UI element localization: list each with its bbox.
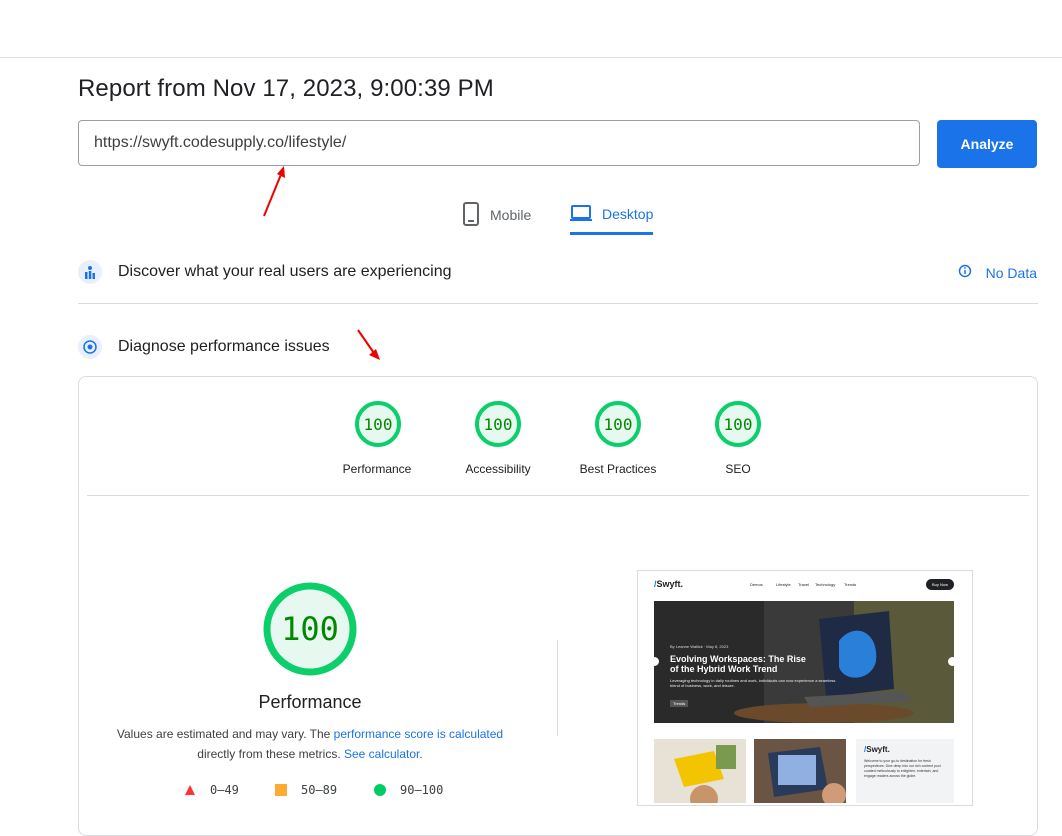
diagnose-icon	[78, 335, 102, 359]
tab-desktop[interactable]: Desktop	[570, 196, 654, 235]
preview-side-text: Welcome to your go-to destination for fr…	[864, 759, 941, 778]
vertical-divider	[557, 640, 558, 736]
tab-mobile[interactable]: Mobile	[462, 196, 531, 234]
preview-thumb-laptop	[654, 739, 746, 803]
diagnose-section: Diagnose performance issues	[78, 335, 330, 359]
section-divider	[78, 303, 1038, 304]
desc-text-1: Values are estimated and may vary. The	[116, 727, 334, 741]
preview-nav-item: Demos	[750, 582, 763, 587]
square-icon	[275, 784, 287, 796]
preview-hero: By Leanne Wallick · May 8, 2023 Evolving…	[654, 601, 954, 723]
gauge-seo-value: 100	[723, 414, 753, 434]
no-data-label: No Data	[985, 264, 1037, 281]
gauge-best-practices-value: 100	[603, 414, 633, 434]
top-bar	[0, 0, 1062, 58]
legend-average: 50–89	[275, 783, 337, 797]
preview-cta: Buy Now	[926, 579, 954, 590]
performance-description: Values are estimated and may vary. The p…	[100, 724, 520, 764]
gauge-performance-label: Performance	[342, 462, 412, 476]
preview-nav-item: Lifestyle	[776, 582, 791, 587]
preview-thumb-tablet	[754, 739, 846, 803]
performance-big-gauge: 100	[262, 581, 358, 677]
preview-byline: By Leanne Wallick · May 8, 2023	[670, 644, 729, 649]
legend-average-label: 50–89	[301, 783, 338, 797]
real-users-label: Discover what your real users are experi…	[118, 263, 452, 280]
preview-excerpt: Leveraging technology in daily routines …	[670, 678, 836, 688]
card-divider	[87, 495, 1029, 496]
see-calculator-link[interactable]: See calculator.	[344, 747, 423, 761]
legend-fail-label: 0–49	[210, 783, 239, 797]
gauge-accessibility-label: Accessibility	[465, 462, 531, 476]
gauge-best-practices-label: Best Practices	[579, 462, 657, 476]
analyze-button[interactable]: Analyze	[937, 120, 1037, 168]
preview-nav-item: Travel	[798, 582, 809, 587]
tab-mobile-label: Mobile	[490, 207, 532, 223]
phone-icon	[462, 201, 480, 229]
preview-nav: /Swyft. Demos Lifestyle Travel Technolog…	[638, 571, 972, 599]
tab-desktop-label: Desktop	[602, 206, 654, 222]
preview-side-logo: /Swyft.	[864, 745, 890, 754]
device-tabs: Mobile Desktop	[0, 196, 1062, 236]
annotation-arrow	[357, 329, 380, 360]
no-data-status[interactable]: No Data	[958, 264, 1037, 281]
preview-tag: Trends	[670, 700, 689, 707]
preview-logo: /Swyft.	[654, 579, 684, 589]
performance-big-value: 100	[281, 610, 339, 648]
page-screenshot: /Swyft. Demos Lifestyle Travel Technolog…	[637, 570, 973, 806]
desc-text-2: directly from these metrics.	[197, 747, 344, 761]
url-input-value: https://swyft.codesupply.co/lifestyle/	[94, 134, 347, 151]
preview-nav-item: Trends	[844, 582, 857, 587]
preview-headline: Evolving Workspaces: The Rise of the Hyb…	[670, 654, 806, 674]
legend-pass: 90–100	[374, 783, 443, 797]
gauge-accessibility-value: 100	[483, 414, 513, 434]
preview-next-arrow	[948, 657, 954, 666]
gauge-performance-value: 100	[363, 414, 393, 434]
diagnose-label: Diagnose performance issues	[118, 338, 330, 355]
preview-side-card: /Swyft. Welcome to your go-to destinatio…	[856, 739, 954, 803]
gauge-best-practices[interactable]: 100	[594, 400, 642, 448]
preview-nav-item: Technology	[815, 582, 836, 587]
gauge-accessibility[interactable]: 100	[474, 400, 522, 448]
legend-fail: 0–49	[184, 783, 239, 797]
gauge-seo[interactable]: 100	[714, 400, 762, 448]
score-calculated-link[interactable]: performance score is calculated	[334, 727, 503, 741]
page-title: Report from Nov 17, 2023, 9:00:39 PM	[78, 75, 494, 102]
gauge-seo-label: SEO	[725, 462, 751, 476]
gauge-performance[interactable]: 100	[354, 400, 402, 448]
laptop-icon	[570, 204, 592, 225]
legend-pass-label: 90–100	[400, 783, 444, 797]
triangle-icon	[185, 785, 195, 795]
circle-icon	[374, 784, 386, 796]
users-icon	[78, 260, 102, 284]
real-users-section: Discover what your real users are experi…	[78, 260, 451, 284]
performance-title: Performance	[258, 692, 362, 712]
url-input[interactable]: https://swyft.codesupply.co/lifestyle/	[78, 120, 920, 166]
info-icon	[958, 264, 972, 281]
